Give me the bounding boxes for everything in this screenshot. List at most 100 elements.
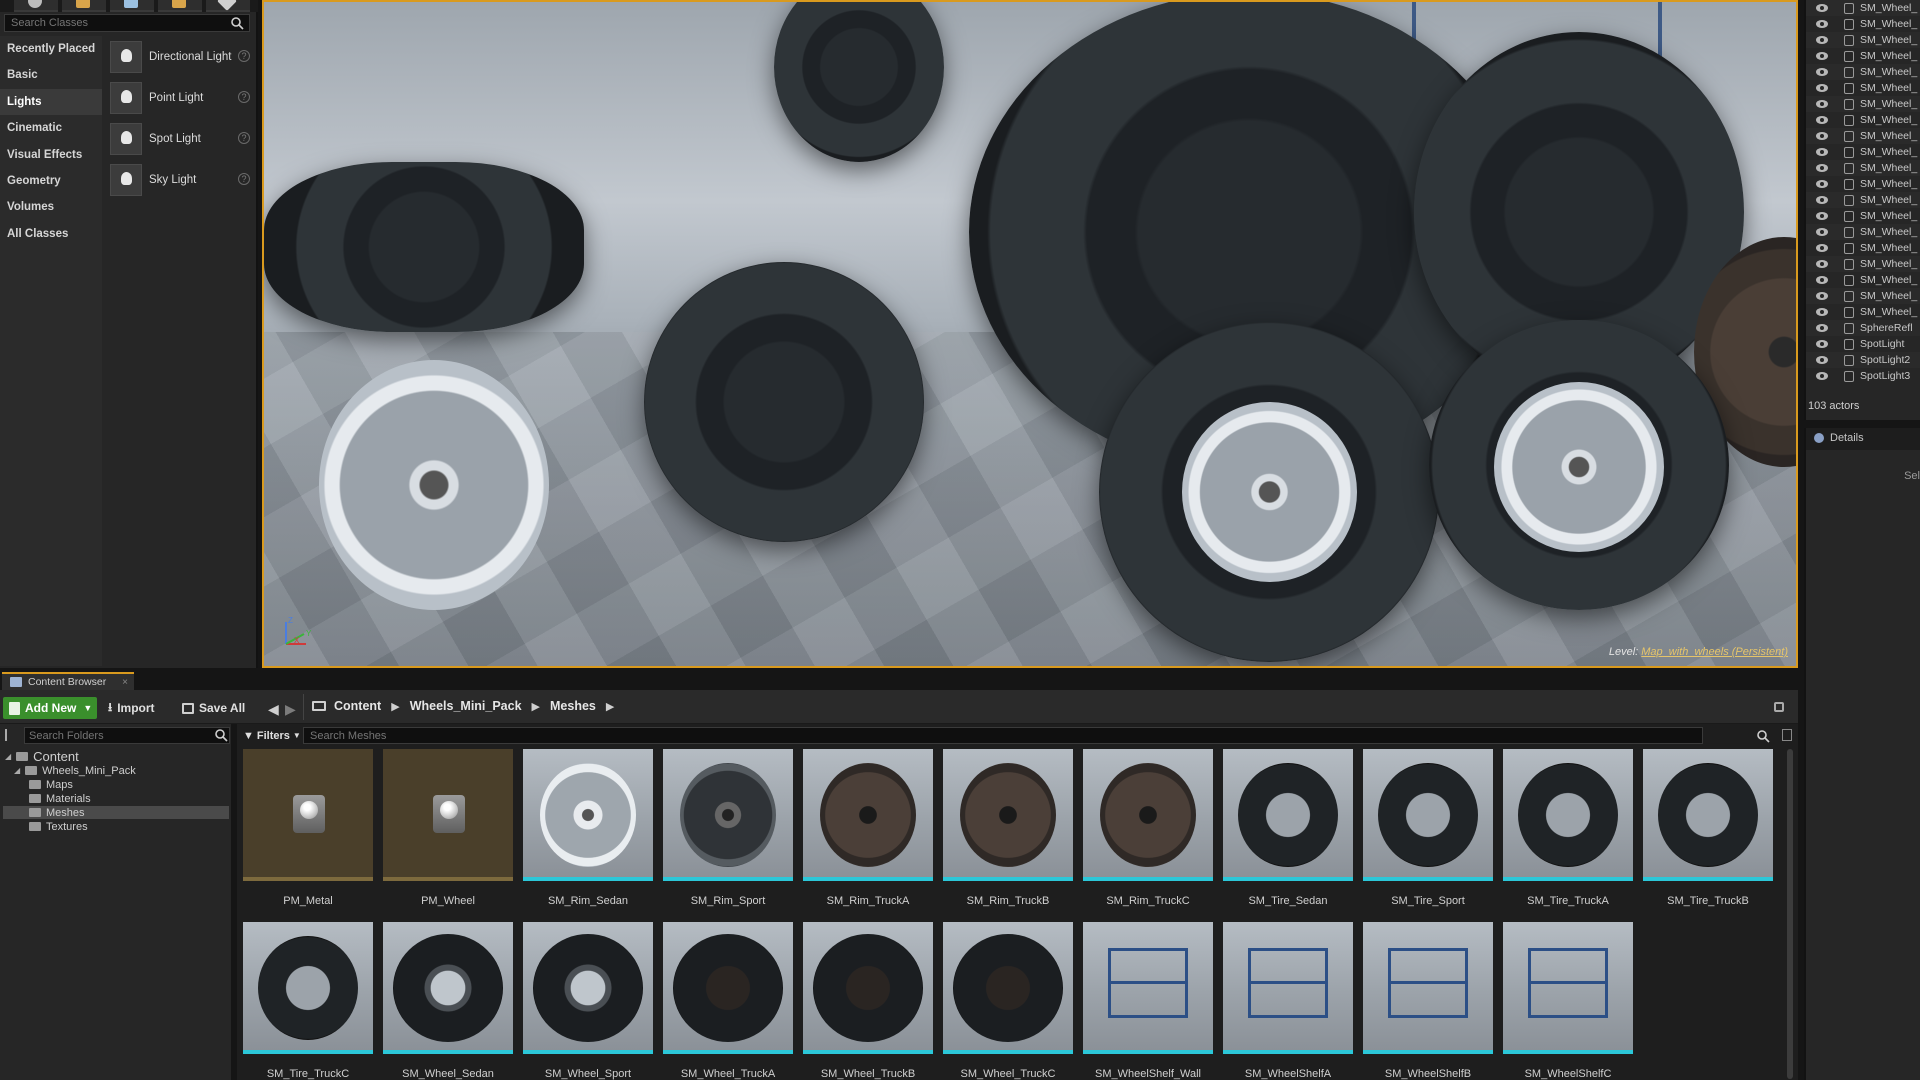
outliner-row[interactable]: SM_Wheel_ [1806,176,1920,192]
category-visual-effects[interactable]: Visual Effects [0,142,102,168]
visibility-eye-icon[interactable] [1816,244,1828,252]
asset-tile[interactable]: SM_Wheel_TruckA [663,922,793,1080]
outliner-row[interactable]: SM_Wheel_ [1806,272,1920,288]
visibility-eye-icon[interactable] [1816,4,1828,12]
outliner-row[interactable]: SM_Wheel_ [1806,128,1920,144]
help-icon[interactable]: ? [238,173,250,185]
outliner-row[interactable]: SM_Wheel_ [1806,144,1920,160]
filters-button[interactable]: ▼ Filters ▼ [243,727,301,744]
folder-node-maps[interactable]: Maps [29,778,73,791]
asset-tile[interactable]: SM_Rim_TruckB [943,749,1073,922]
visibility-eye-icon[interactable] [1816,164,1828,172]
visibility-eye-icon[interactable] [1816,132,1828,140]
tab-content-browser[interactable]: Content Browser × [2,672,134,690]
forward-arrow-icon[interactable]: ▶ [285,701,296,718]
visibility-eye-icon[interactable] [1816,116,1828,124]
breadcrumb-content[interactable]: Content [334,699,381,713]
visibility-eye-icon[interactable] [1816,52,1828,60]
visibility-eye-icon[interactable] [1816,68,1828,76]
asset-tile[interactable]: SM_Tire_Sedan [1223,749,1353,922]
asset-tile[interactable]: SM_Wheel_Sport [523,922,653,1080]
outliner-row[interactable]: SM_Wheel_ [1806,192,1920,208]
folder-node-content[interactable]: ◢ Content [5,749,79,764]
place-item-directional-light[interactable]: Directional Light? [104,36,256,77]
visibility-eye-icon[interactable] [1816,308,1828,316]
asset-tile[interactable]: SM_Tire_TruckB [1643,749,1773,922]
breadcrumb-separator-icon[interactable]: ▶ [532,700,540,713]
outliner-row[interactable]: SM_Wheel_ [1806,256,1920,272]
outliner-row[interactable]: SphereRefl [1806,320,1920,336]
view-options-icon[interactable] [1782,729,1792,741]
category-volumes[interactable]: Volumes [0,194,102,220]
category-recently-placed[interactable]: Recently Placed [0,36,102,62]
help-icon[interactable]: ? [238,91,250,103]
help-icon[interactable]: ? [238,132,250,144]
outliner-row[interactable]: SM_Wheel_ [1806,16,1920,32]
outliner-row[interactable]: SM_Wheel_ [1806,304,1920,320]
folder-node-wheels-mini-pack[interactable]: ◢ Wheels_Mini_Pack [14,764,136,777]
visibility-eye-icon[interactable] [1816,228,1828,236]
asset-tile[interactable]: PM_Wheel [383,749,513,922]
close-icon[interactable]: × [122,677,128,688]
visibility-eye-icon[interactable] [1816,36,1828,44]
expand-arrow-icon[interactable]: ◢ [14,766,20,775]
asset-scrollbar[interactable] [1787,749,1793,1079]
mode-paint-tab[interactable] [62,0,106,12]
outliner-row[interactable]: SM_Wheel_ [1806,288,1920,304]
outliner-row[interactable]: SM_Wheel_ [1806,208,1920,224]
asset-tile[interactable]: SM_Wheel_TruckC [943,922,1073,1080]
category-lights[interactable]: Lights [0,88,102,116]
mode-landscape-tab[interactable] [110,0,154,12]
asset-tile[interactable]: SM_WheelShelfA [1223,922,1353,1080]
category-cinematic[interactable]: Cinematic [0,115,102,141]
asset-tile[interactable]: PM_Metal [243,749,373,922]
visibility-eye-icon[interactable] [1816,276,1828,284]
folder-node-meshes[interactable]: Meshes [3,806,229,819]
outliner-row[interactable]: SpotLight2 [1806,352,1920,368]
outliner-row[interactable]: SM_Wheel_ [1806,64,1920,80]
visibility-eye-icon[interactable] [1816,340,1828,348]
asset-tile[interactable]: SM_Rim_Sport [663,749,793,922]
breadcrumb-separator-icon[interactable]: ▶ [391,700,399,713]
place-item-spot-light[interactable]: Spot Light? [104,118,256,159]
outliner-row[interactable]: SM_Wheel_ [1806,160,1920,176]
search-classes-input[interactable] [4,14,250,32]
save-all-button[interactable]: Save All [182,697,245,719]
back-arrow-icon[interactable]: ◀ [268,701,279,718]
outliner-row[interactable]: SM_Wheel_ [1806,112,1920,128]
category-geometry[interactable]: Geometry [0,168,102,194]
add-new-button[interactable]: Add New ▼ [3,697,97,719]
outliner-row[interactable]: SpotLight3 [1806,368,1920,384]
lock-icon[interactable] [1774,702,1784,712]
breadcrumb-wheels-mini-pack[interactable]: Wheels_Mini_Pack [410,699,522,713]
asset-tile[interactable]: SM_WheelShelfB [1363,922,1493,1080]
asset-tile[interactable]: SM_Rim_Sedan [523,749,653,922]
asset-tile[interactable]: SM_Tire_TruckA [1503,749,1633,922]
visibility-eye-icon[interactable] [1816,20,1828,28]
category-basic[interactable]: Basic [0,62,102,88]
place-item-sky-light[interactable]: Sky Light? [104,159,256,200]
help-icon[interactable]: ? [238,50,250,62]
level-name-link[interactable]: Map_with_wheels (Persistent) [1641,646,1788,658]
asset-tile[interactable]: SM_Rim_TruckA [803,749,933,922]
outliner-row[interactable]: SM_Wheel_ [1806,48,1920,64]
visibility-eye-icon[interactable] [1816,292,1828,300]
mode-foliage-tab[interactable] [158,0,202,12]
category-all-classes[interactable]: All Classes [0,221,102,247]
visibility-eye-icon[interactable] [1816,148,1828,156]
search-icon[interactable] [230,16,244,30]
outliner-row[interactable]: SM_Wheel_ [1806,0,1920,16]
asset-tile[interactable]: SM_WheelShelf_Wall [1083,922,1213,1080]
visibility-eye-icon[interactable] [1816,356,1828,364]
outliner-row[interactable]: SM_Wheel_ [1806,96,1920,112]
visibility-eye-icon[interactable] [1816,196,1828,204]
outliner-row[interactable]: SM_Wheel_ [1806,32,1920,48]
expand-arrow-icon[interactable]: ◢ [5,752,11,761]
tree-toggle-icon[interactable] [5,729,19,741]
folder-node-materials[interactable]: Materials [29,792,91,805]
level-viewport[interactable]: Z X Y Level: Map_with_wheels (Persistent… [262,0,1798,668]
tab-details[interactable]: Details [1814,432,1864,444]
asset-tile[interactable]: SM_Wheel_TruckB [803,922,933,1080]
asset-tile[interactable]: SM_Tire_TruckC [243,922,373,1080]
import-button[interactable]: ⭳ Import [108,697,155,719]
